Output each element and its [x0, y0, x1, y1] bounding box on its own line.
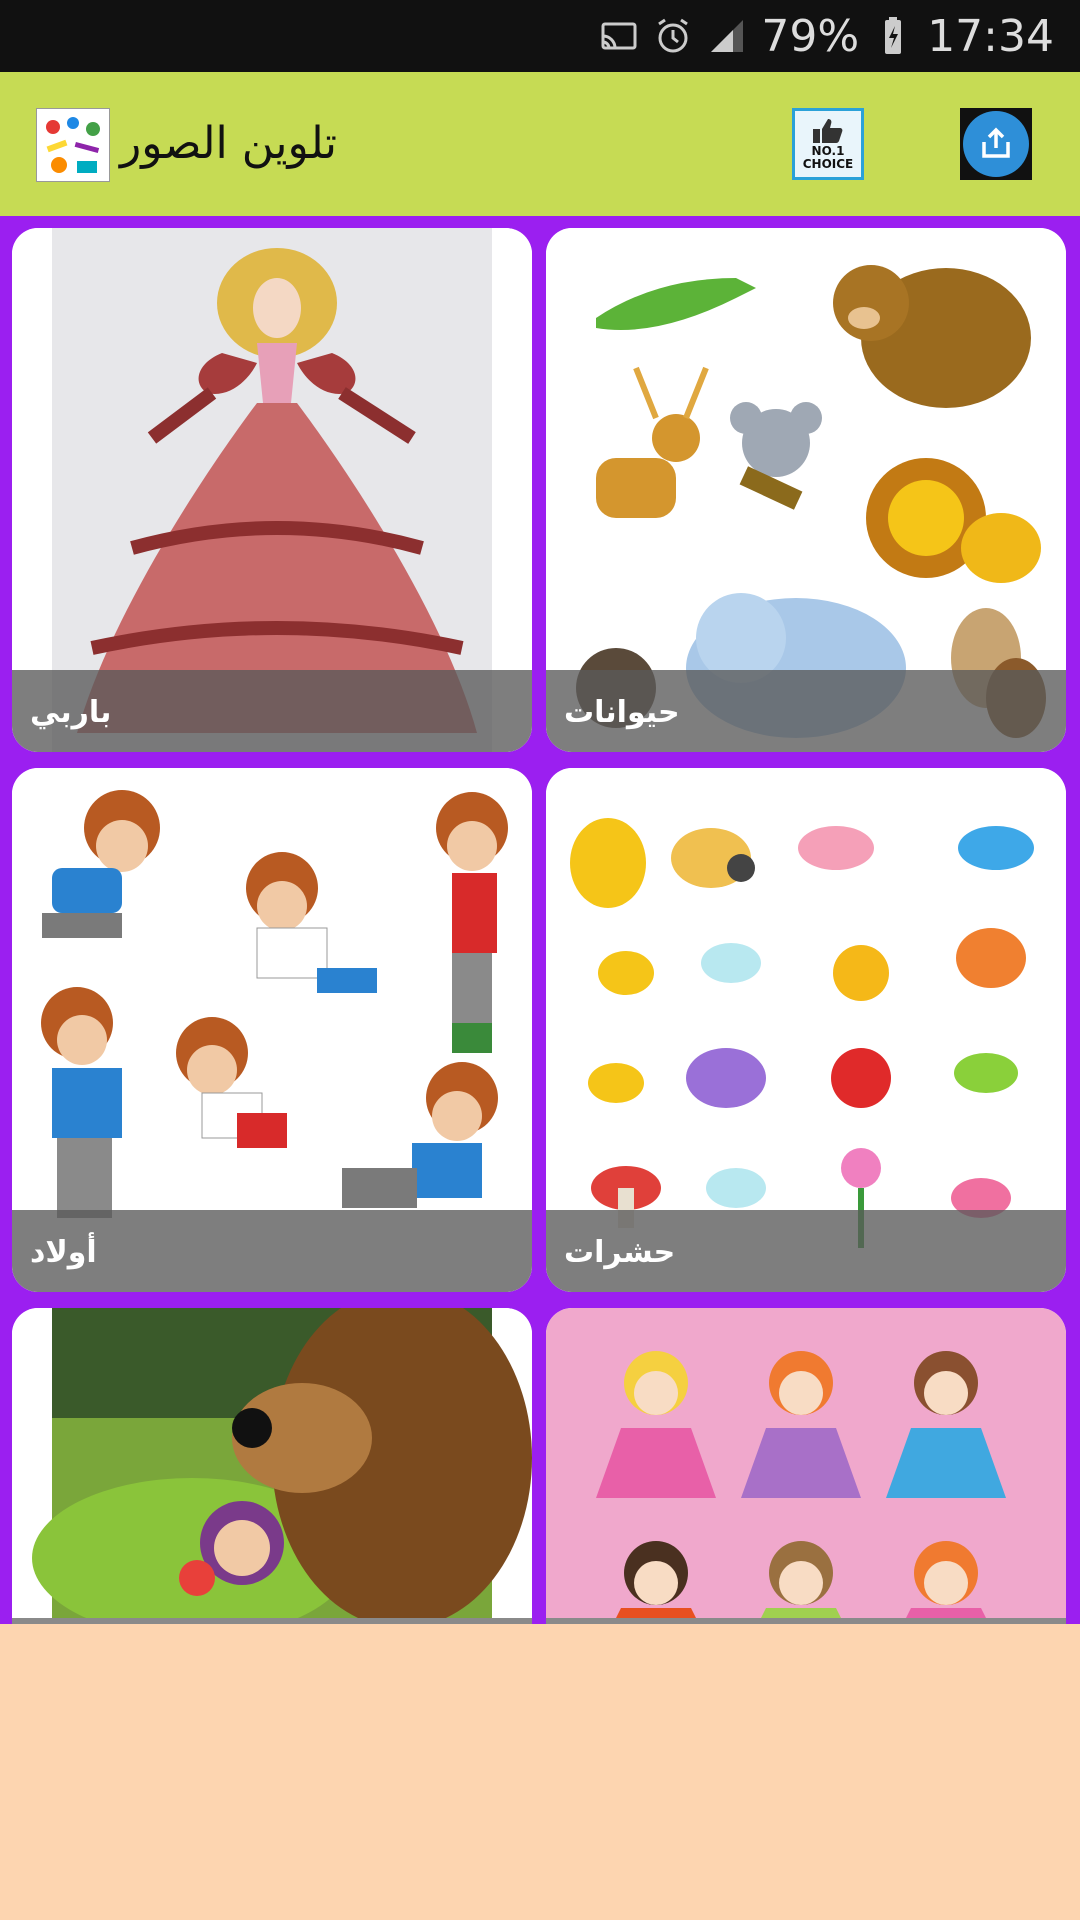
status-icons: 79% 17:34 — [599, 0, 1054, 72]
category-caption: أولاد — [12, 1210, 532, 1292]
category-caption: حيوانات — [546, 670, 1066, 752]
status-time: 17:34 — [927, 10, 1054, 62]
app-title: تلوين الصور — [120, 118, 338, 169]
battery-icon — [885, 17, 902, 54]
category-card-insects[interactable]: حشرات — [546, 768, 1066, 1292]
category-label: حيوانات — [564, 695, 680, 730]
share-button-circle — [963, 111, 1029, 177]
masha-bear-image — [12, 1308, 532, 1618]
page-background — [0, 1624, 1080, 1920]
category-label: باربي — [30, 695, 112, 730]
category-card-princesses[interactable] — [546, 1308, 1066, 1618]
rate-app-button[interactable]: NO.1 CHOICE — [792, 108, 864, 180]
status-bar: 79% 17:34 — [0, 0, 1080, 72]
app-logo-icon — [36, 108, 110, 182]
category-grid: باربي حيوانات أولاد حشرات — [0, 216, 1080, 1624]
share-icon — [982, 127, 1010, 158]
app-bar: تلوين الصور NO.1 CHOICE — [0, 72, 1080, 216]
category-label: أولاد — [30, 1235, 97, 1270]
thumbs-up-icon — [813, 119, 843, 143]
category-card-barbie[interactable]: باربي — [12, 228, 532, 752]
category-card-animals[interactable]: حيوانات — [546, 228, 1066, 752]
category-card-boys[interactable]: أولاد — [12, 768, 532, 1292]
category-label: حشرات — [564, 1235, 676, 1270]
category-card-masha[interactable] — [12, 1308, 532, 1618]
battery-percent: 79% — [761, 10, 860, 62]
choice-badge-line2: CHOICE — [802, 157, 854, 171]
share-button[interactable] — [960, 108, 1032, 180]
category-caption: باربي — [12, 670, 532, 752]
alarm-icon — [658, 18, 689, 53]
category-caption: حشرات — [546, 1210, 1066, 1292]
princesses-image — [546, 1308, 1066, 1618]
signal-icon — [711, 20, 744, 52]
cast-icon — [601, 22, 637, 50]
